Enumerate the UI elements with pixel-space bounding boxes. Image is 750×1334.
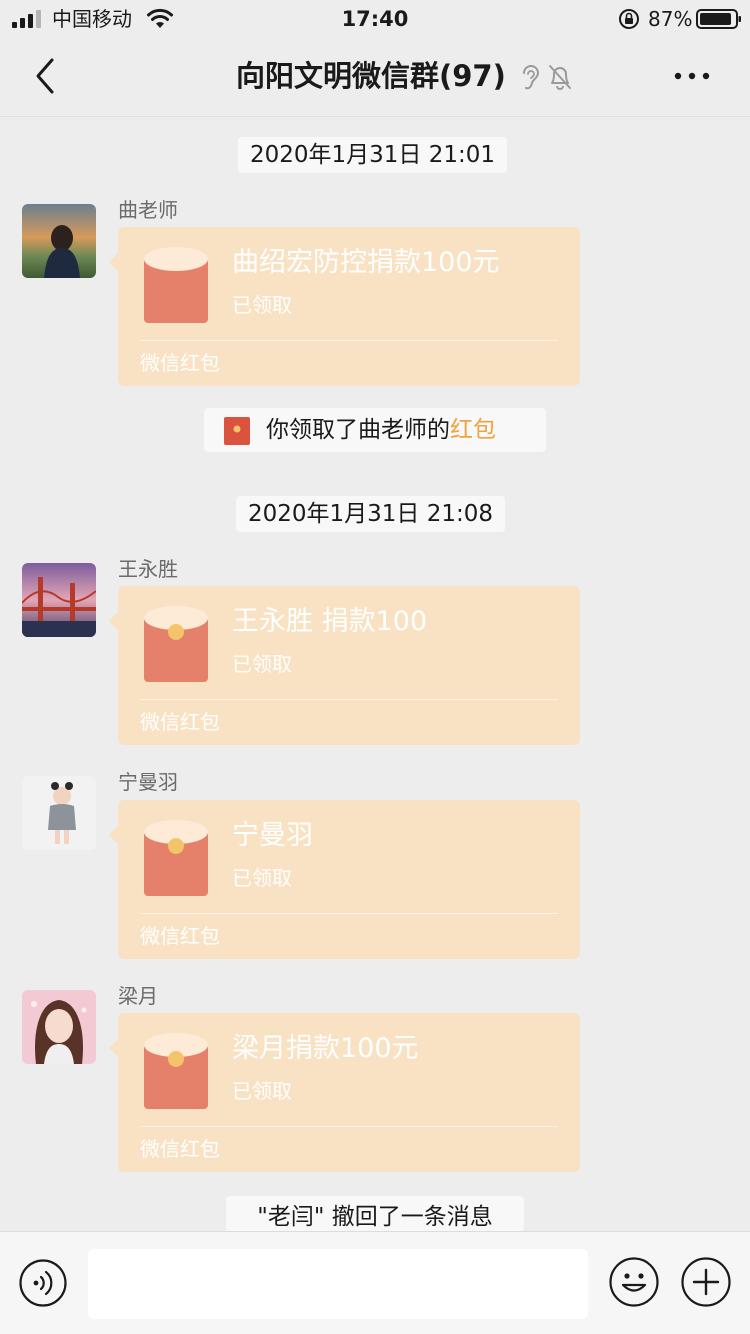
avatar[interactable] [22,204,96,278]
timestamp-pill: 2020年1月31日 21:01 [238,137,508,173]
red-packet-icon [224,417,250,445]
red-packet-message[interactable]: 梁月捐款100元 已领取 微信红包 [109,1013,580,1172]
sender-name: 王永胜 [118,557,178,581]
red-packet-title: 梁月捐款100元 [232,1033,419,1064]
red-packet-footer: 微信红包 [140,1137,220,1161]
divider [140,913,558,914]
message-input[interactable] [88,1249,588,1319]
red-packet-icon [144,247,208,323]
timestamp-pill: 2020年1月31日 21:08 [236,496,506,532]
red-packet-icon [144,606,208,682]
red-packet-message[interactable]: 王永胜 捐款100 已领取 微信红包 [109,586,580,745]
sender-name: 梁月 [118,984,158,1008]
red-packet-title: 王永胜 捐款100 [232,606,428,637]
system-notice-text: 你领取了曲老师的 [266,417,450,443]
red-packet-footer: 微信红包 [140,351,220,375]
red-packet-status: 已领取 [232,1079,292,1103]
avatar[interactable] [22,776,96,850]
red-packet-icon [144,820,208,896]
divider [140,699,558,700]
more-icon[interactable] [672,64,712,88]
red-packet-link[interactable]: 红包 [450,417,496,443]
nav-bar: 向阳文明微信群(97) [0,38,750,117]
input-bar [0,1231,750,1334]
red-packet-message[interactable]: 宁曼羽 已领取 微信红包 [109,800,580,959]
red-packet-icon [144,1033,208,1109]
lock-icon [619,9,639,29]
divider [140,340,558,341]
ear-icon [523,65,540,90]
system-notice: 你领取了曲老师的红包 [204,408,546,452]
plus-icon[interactable] [680,1256,732,1308]
sender-name: 曲老师 [118,198,178,222]
battery-percent: 87% [648,7,693,31]
status-bar: 中国移动 17:40 87% [0,0,750,38]
emoji-icon[interactable] [608,1256,660,1308]
back-icon[interactable] [30,56,64,96]
red-packet-status: 已领取 [232,866,292,890]
recall-notice: "老闫" 撤回了一条消息 [226,1196,524,1232]
avatar[interactable] [22,990,96,1064]
battery-icon [696,9,741,29]
red-packet-title: 曲绍宏防控捐款100元 [232,247,500,278]
mute-bell-icon [549,65,571,90]
red-packet-footer: 微信红包 [140,710,220,734]
voice-icon[interactable] [18,1258,68,1308]
red-packet-status: 已领取 [232,652,292,676]
chat-title: 向阳文明微信群(97) [236,59,506,93]
red-packet-status: 已领取 [232,293,292,317]
chat-area[interactable]: 2020年1月31日 21:01 曲老师 曲绍宏防控捐款100元 已领取 微信红… [0,117,750,1232]
red-packet-footer: 微信红包 [140,924,220,948]
sender-name: 宁曼羽 [118,770,178,794]
red-packet-message[interactable]: 曲绍宏防控捐款100元 已领取 微信红包 [109,227,580,386]
divider [140,1126,558,1127]
avatar[interactable] [22,563,96,637]
red-packet-title: 宁曼羽 [232,820,313,851]
